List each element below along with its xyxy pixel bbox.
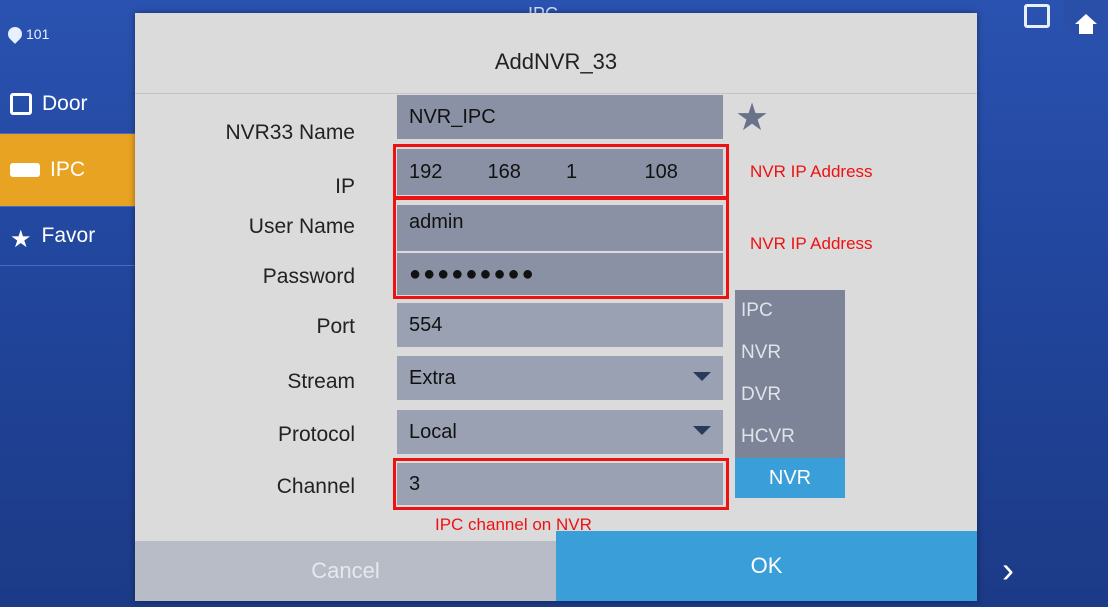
device-type-option[interactable]: HCVR xyxy=(735,416,845,458)
location-pin-icon xyxy=(5,24,25,44)
home-icon xyxy=(1075,14,1097,34)
favorite-star-icon[interactable]: ★ xyxy=(735,95,769,140)
divider xyxy=(135,93,977,94)
cancel-button[interactable]: Cancel xyxy=(135,541,556,601)
camera-icon xyxy=(10,163,40,177)
monitor-icon[interactable] xyxy=(1024,4,1050,28)
chevron-down-icon xyxy=(693,426,711,435)
dialog-title: AddNVR_33 xyxy=(494,49,618,74)
ip-label: IP xyxy=(335,175,355,198)
sidebar-item-label: Door xyxy=(42,92,88,115)
stream-select[interactable]: Extra xyxy=(397,356,723,400)
stream-label: Stream xyxy=(287,370,355,393)
name-label: NVR33 Name xyxy=(225,121,355,144)
add-nvr-dialog: AddNVR_33 NVR33 Name NVR_IPC ★ IP 192 16… xyxy=(135,13,977,601)
location-label: 101 xyxy=(26,26,50,42)
password-label: Password xyxy=(262,265,355,288)
home-button[interactable] xyxy=(1064,0,1108,38)
credentials-highlight-box xyxy=(393,196,729,299)
sidebar: Door IPC ★ Favor xyxy=(0,75,135,266)
location-indicator: 101 xyxy=(5,24,50,44)
device-type-list: IPC NVR DVR HCVR xyxy=(735,290,845,458)
ok-button[interactable]: OK xyxy=(556,531,977,601)
username-label: User Name xyxy=(248,215,355,238)
sidebar-item-label: Favor xyxy=(41,224,96,247)
sidebar-item-door[interactable]: Door xyxy=(0,75,135,134)
ip-highlight-box xyxy=(393,144,729,200)
star-icon: ★ xyxy=(10,226,32,253)
stream-value: Extra xyxy=(409,366,456,389)
door-icon xyxy=(10,93,32,115)
device-type-select[interactable]: NVR xyxy=(735,458,845,498)
next-page-chevron-icon[interactable]: › xyxy=(983,545,1033,595)
port-input[interactable]: 554 xyxy=(397,303,723,347)
sidebar-item-favorites[interactable]: ★ Favor xyxy=(0,207,135,266)
protocol-label: Protocol xyxy=(277,423,355,446)
top-icons xyxy=(1024,0,1108,38)
sidebar-item-label: IPC xyxy=(50,158,86,181)
sidebar-item-ipc[interactable]: IPC xyxy=(0,134,135,207)
device-type-option[interactable]: NVR xyxy=(735,332,845,374)
nvr-name-input[interactable]: NVR_IPC xyxy=(397,95,723,139)
port-label: Port xyxy=(316,315,355,338)
credentials-annotation: NVR IP Address xyxy=(750,234,873,253)
protocol-select[interactable]: Local xyxy=(397,410,723,454)
chevron-down-icon xyxy=(693,372,711,381)
channel-label: Channel xyxy=(276,475,355,498)
ip-annotation: NVR IP Address xyxy=(750,162,873,181)
channel-highlight-box xyxy=(393,458,729,510)
device-type-option[interactable]: DVR xyxy=(735,374,845,416)
protocol-value: Local xyxy=(409,420,457,443)
device-type-option[interactable]: IPC xyxy=(735,290,845,332)
